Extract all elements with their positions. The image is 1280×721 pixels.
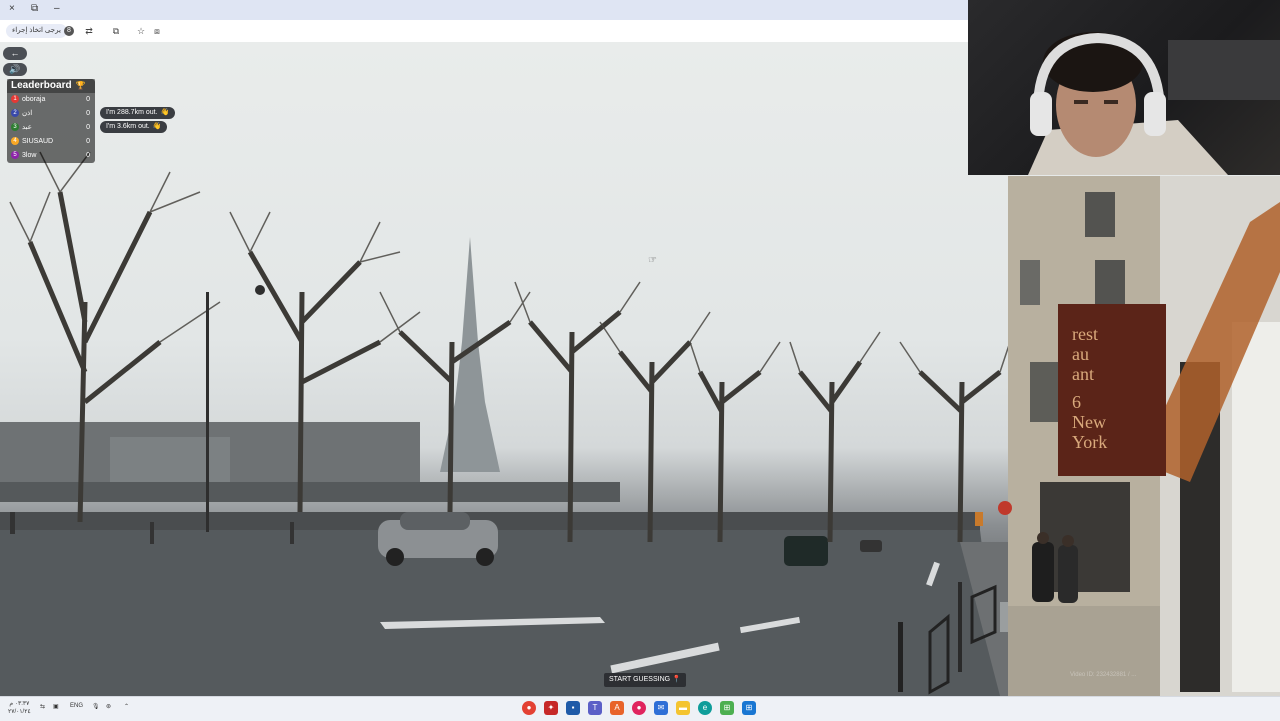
leaderboard-title-text: Leaderboard — [11, 80, 72, 91]
hand-wave-icon: 👋 — [152, 123, 162, 130]
back-button[interactable]: ← — [3, 47, 27, 60]
sign-line: rest — [1072, 324, 1098, 344]
rank-badge: 4 — [11, 137, 19, 146]
bubble-text: I'm 3.6km out. — [106, 123, 150, 130]
restaurant-sign-text: rest au ant 6 New York — [1072, 324, 1162, 452]
sign-line: ant — [1072, 364, 1094, 384]
leaderboard-panel: Leaderboard 🏆 1 oboraja 0 2 اذن 0 3 عبد 0 4 SIUSAUD… — [7, 79, 95, 163]
player-name: oboraja — [22, 96, 46, 103]
leaderboard-row: 4 SIUSAUD 0 — [7, 135, 95, 149]
arrow-left-icon: ← — [10, 48, 20, 58]
leaderboard-row: 5 3low 0 — [7, 149, 95, 163]
player-score: 0 — [86, 152, 90, 159]
streamer-webcam — [968, 0, 1280, 175]
bookmark-star-icon[interactable]: ☆ — [134, 24, 148, 38]
video-watermark: Video ID: 232432881 / ... — [1070, 672, 1137, 678]
player-name: 3low — [22, 152, 37, 159]
close-window-button[interactable]: × — [9, 3, 15, 14]
browser-titlebar: × ⧉ – — [0, 0, 968, 20]
network-icon[interactable]: ⊛ — [106, 703, 111, 710]
sign-line: au — [1072, 344, 1089, 364]
profile-action-pill[interactable]: يرجى اتخاذ إجراء — [6, 24, 67, 38]
sign-line: 6 — [1072, 392, 1081, 412]
restore-window-button[interactable]: ⧉ — [31, 3, 38, 14]
player-name: SIUSAUD — [22, 138, 54, 145]
start-menu-icon[interactable]: ⊞ — [742, 701, 756, 715]
leaderboard-row: 2 اذن 0 — [7, 107, 95, 121]
extension-badge[interactable]: 8 — [64, 26, 74, 36]
player-score: 0 — [86, 124, 90, 131]
file-explorer-icon[interactable]: ▬ — [676, 701, 690, 715]
leaderboard-row: 3 عبد 0 — [7, 121, 95, 135]
sign-line: New — [1072, 412, 1106, 432]
mouse-cursor-icon: ☞ — [648, 255, 657, 266]
hand-wave-icon: 👋 — [160, 109, 170, 116]
rank-badge: 1 — [11, 95, 19, 104]
rank-badge: 2 — [11, 109, 19, 118]
extensions-icon[interactable]: ⧈ — [150, 24, 164, 38]
player-name: اذن — [22, 110, 33, 117]
system-clock[interactable]: ٠٣:٣٧ م ٢٧/٠١/٢٤ — [8, 700, 31, 716]
open-tab-icon[interactable]: ⧉ — [109, 24, 123, 38]
minimize-window-button[interactable]: – — [54, 3, 60, 14]
microphone-icon[interactable]: 🎙 — [92, 703, 100, 710]
display-icon[interactable]: ▣ — [53, 703, 59, 710]
rank-badge: 5 — [11, 151, 19, 160]
player-name: عبد — [22, 124, 32, 131]
chrome-icon[interactable]: ● — [522, 701, 536, 715]
leaderboard-row: 1 oboraja 0 — [7, 93, 95, 107]
player-score: 0 — [86, 110, 90, 117]
firefox-icon[interactable]: ● — [632, 701, 646, 715]
speaker-icon: 🔊 — [9, 64, 21, 74]
bubble-text: I'm 288.7km out. — [106, 109, 158, 116]
app-icon[interactable]: ✦ — [544, 701, 558, 715]
teams-icon[interactable]: T — [588, 701, 602, 715]
store-icon[interactable]: ⊞ — [720, 701, 734, 715]
edge-icon[interactable]: e — [698, 701, 712, 715]
rank-badge: 3 — [11, 123, 19, 132]
sound-button[interactable]: 🔊 — [3, 63, 27, 76]
map-pin-icon: 📍 — [672, 676, 681, 683]
player-score: 0 — [86, 138, 90, 145]
language-indicator[interactable]: ENG — [70, 703, 83, 709]
translate-icon[interactable]: ⇄ — [82, 24, 96, 38]
chevron-up-icon[interactable]: ⌃ — [124, 703, 129, 710]
webcam-person-graphic — [1028, 32, 1280, 175]
player-score: 0 — [86, 96, 90, 103]
windows-taskbar: ٠٣:٣٧ م ٢٧/٠١/٢٤ ⇆ ▣ ENG 🎙 ⊛ ⌃ ● ✦ ▪ T A… — [0, 696, 1280, 721]
start-guessing-label: START GUESSING — [609, 676, 671, 683]
mail-icon[interactable]: ✉ — [654, 701, 668, 715]
leaderboard-title: Leaderboard 🏆 — [7, 79, 95, 93]
clock-time: ٠٣:٣٧ م — [9, 701, 30, 707]
trophy-icon: 🏆 — [75, 81, 86, 90]
office-icon[interactable]: A — [610, 701, 624, 715]
sign-line: York — [1072, 432, 1108, 452]
guess-distance-bubble: I'm 3.6km out. 👋 — [100, 121, 168, 133]
clock-date: ٢٧/٠١/٢٤ — [8, 709, 31, 715]
browser-toolbar: يرجى اتخاذ إجراء 8 ⇄ ⧉ ☆ ⧈ — [0, 20, 968, 43]
guess-distance-bubble: I'm 288.7km out. 👋 — [100, 107, 176, 119]
notification-icon[interactable]: ⇆ — [40, 703, 45, 710]
start-guessing-button[interactable]: START GUESSING 📍 — [604, 673, 686, 687]
terminal-icon[interactable]: ▪ — [566, 701, 580, 715]
